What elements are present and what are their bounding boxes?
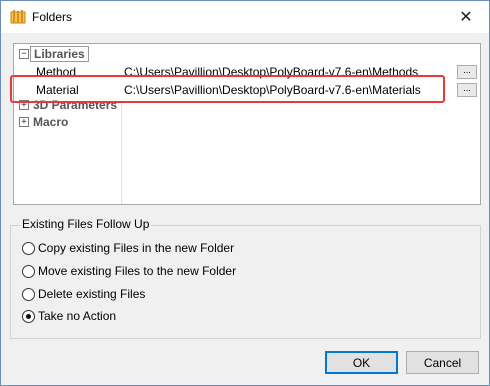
radio-button-checked[interactable]	[22, 309, 35, 323]
category-label-libraries: Libraries	[30, 46, 89, 62]
collapse-icon[interactable]: −	[19, 49, 29, 59]
ok-button[interactable]: OK	[325, 351, 398, 374]
folders-app-icon	[10, 10, 26, 24]
property-grid: − Libraries Method C:\Users\Pavillion\De…	[13, 43, 481, 205]
close-button[interactable]: ✕	[443, 1, 489, 33]
browse-button[interactable]: ...	[457, 83, 477, 97]
folders-dialog: Folders ✕ − Libraries Method C:\Users\Pa…	[0, 0, 490, 386]
highlight-box	[10, 75, 445, 103]
expand-icon[interactable]: +	[19, 117, 29, 127]
radio-take-no-action[interactable]: Take no Action	[22, 308, 116, 324]
close-icon: ✕	[459, 9, 473, 26]
radio-copy-files[interactable]: Copy existing Files in the new Folder	[22, 240, 234, 256]
radio-button[interactable]	[22, 241, 35, 255]
radio-delete-files[interactable]: Delete existing Files	[22, 286, 145, 302]
category-macro[interactable]: + Macro	[14, 114, 480, 131]
category-libraries[interactable]: − Libraries	[14, 46, 480, 63]
title-bar: Folders ✕	[1, 1, 489, 33]
radio-label[interactable]: Copy existing Files in the new Folder	[38, 241, 234, 255]
cancel-button[interactable]: Cancel	[406, 351, 479, 374]
radio-label[interactable]: Take no Action	[38, 309, 116, 323]
follow-up-label: Existing Files Follow Up	[20, 217, 152, 231]
category-label-macro: Macro	[33, 115, 69, 129]
browse-button[interactable]: ...	[457, 65, 477, 79]
window-title: Folders	[32, 10, 73, 24]
radio-label[interactable]: Delete existing Files	[38, 287, 145, 301]
radio-button[interactable]	[22, 287, 35, 301]
radio-button[interactable]	[22, 264, 35, 278]
radio-move-files[interactable]: Move existing Files to the new Folder	[22, 263, 236, 279]
radio-label[interactable]: Move existing Files to the new Folder	[38, 264, 236, 278]
